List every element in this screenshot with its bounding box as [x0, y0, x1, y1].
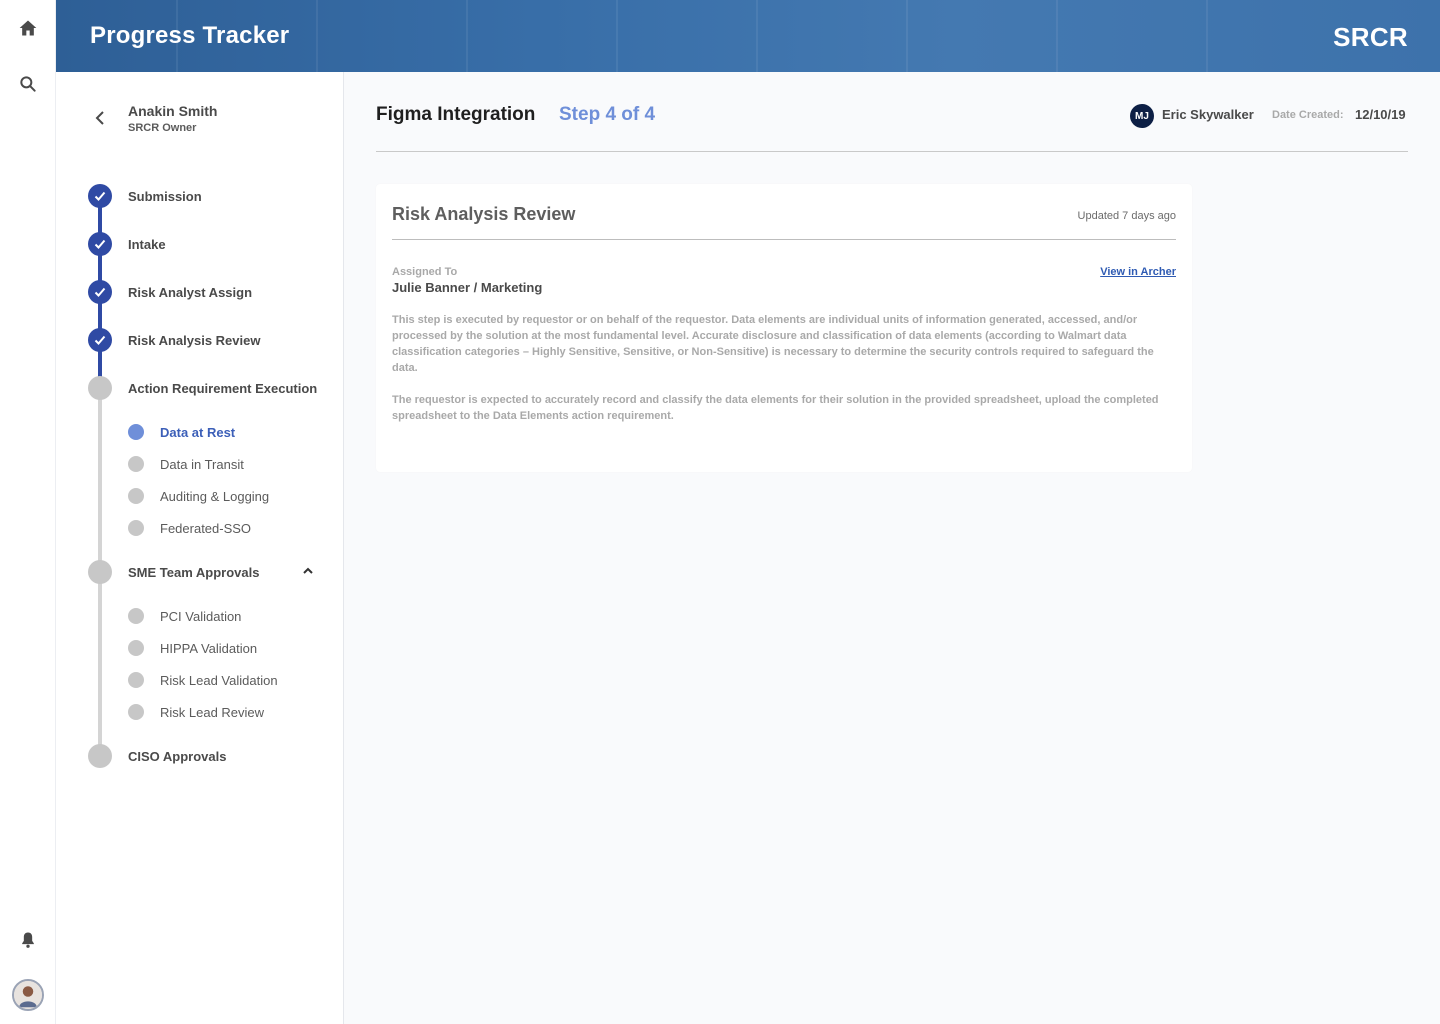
- step-sme-team-approvals[interactable]: SME Team Approvals: [88, 560, 259, 584]
- substep-risk-lead-review[interactable]: Risk Lead Review: [128, 703, 264, 721]
- description-paragraph: This step is executed by requestor or on…: [392, 314, 1154, 374]
- step-risk-analysis-review[interactable]: Risk Analysis Review: [88, 328, 260, 352]
- pending-dot: [128, 608, 144, 624]
- card-title: Risk Analysis Review: [392, 204, 576, 224]
- left-rail: [0, 0, 56, 1024]
- view-in-archer-link[interactable]: View in Archer: [1100, 266, 1176, 278]
- check-icon: [88, 280, 112, 304]
- substep-label: Federated-SSO: [160, 520, 252, 536]
- substep-risk-lead-validation[interactable]: Risk Lead Validation: [128, 671, 278, 689]
- substep-hippa-validation[interactable]: HIPPA Validation: [128, 639, 257, 657]
- back-arrow-icon[interactable]: [90, 108, 110, 128]
- check-icon: [88, 328, 112, 352]
- step-label: SME Team Approvals: [128, 564, 260, 580]
- substep-data-at-rest[interactable]: Data at Rest: [128, 423, 235, 441]
- step-label: Risk Analysis Review: [128, 332, 261, 348]
- active-dot: [128, 424, 144, 440]
- step-ciso-approvals[interactable]: CISO Approvals: [88, 744, 226, 768]
- owner-role: SRCR Owner: [128, 122, 197, 134]
- substep-pci-validation[interactable]: PCI Validation: [128, 607, 241, 625]
- step-label: Risk Analyst Assign: [128, 284, 253, 300]
- step-intake[interactable]: Intake: [88, 232, 166, 256]
- step-risk-analyst-assign[interactable]: Risk Analyst Assign: [88, 280, 252, 304]
- substep-label: Data in Transit: [160, 456, 244, 472]
- user-name: Eric Skywalker: [1162, 107, 1254, 122]
- assigned-to-value: Julie Banner / Marketing: [392, 280, 543, 295]
- pending-dot: [128, 704, 144, 720]
- step-label: CISO Approvals: [128, 748, 227, 764]
- home-icon[interactable]: [14, 14, 42, 42]
- substep-federated-sso[interactable]: Federated-SSO: [128, 519, 251, 537]
- date-created-value: 12/10/19: [1355, 107, 1406, 122]
- date-created-label: Date Created:: [1272, 109, 1344, 121]
- step-label: Action Requirement Execution: [128, 380, 318, 396]
- substep-data-in-transit[interactable]: Data in Transit: [128, 455, 244, 473]
- substep-label: HIPPA Validation: [160, 640, 258, 656]
- pending-dot: [128, 640, 144, 656]
- substep-auditing-logging[interactable]: Auditing & Logging: [128, 487, 269, 505]
- page-title: Figma Integration: [376, 104, 536, 125]
- step-action-requirement-execution[interactable]: Action Requirement Execution: [88, 376, 317, 400]
- pending-dot: [88, 376, 112, 400]
- header-banner: Progress Tracker SRCR: [56, 0, 1440, 72]
- divider: [392, 239, 1176, 240]
- owner-name: Anakin Smith: [128, 103, 218, 119]
- substep-label: Risk Lead Review: [160, 704, 265, 720]
- substep-label: Auditing & Logging: [160, 488, 270, 504]
- avatar[interactable]: [12, 979, 44, 1011]
- check-icon: [88, 232, 112, 256]
- check-icon: [88, 184, 112, 208]
- step-label: Submission: [128, 188, 202, 204]
- divider: [376, 151, 1408, 152]
- pending-dot: [128, 672, 144, 688]
- substep-label: Risk Lead Validation: [160, 672, 278, 688]
- review-card: Risk Analysis Review Updated 7 days ago …: [376, 184, 1192, 472]
- updated-timestamp: Updated 7 days ago: [1077, 210, 1176, 222]
- pending-dot: [128, 488, 144, 504]
- step-submission[interactable]: Submission: [88, 184, 202, 208]
- progress-sidebar: Anakin Smith SRCR Owner Submission Intak…: [56, 72, 344, 1024]
- step-indicator: Step 4 of 4: [559, 104, 656, 125]
- pending-dot: [128, 520, 144, 536]
- pending-dot: [88, 560, 112, 584]
- brand-logo: SRCR: [1333, 22, 1408, 52]
- app-title: Progress Tracker: [90, 22, 290, 49]
- instructions-paragraph: The requestor is expected to accurately …: [392, 394, 1159, 422]
- step-label: Intake: [128, 236, 166, 252]
- bell-icon[interactable]: [14, 926, 42, 954]
- user-avatar[interactable]: MJ: [1130, 104, 1154, 128]
- search-icon[interactable]: [14, 70, 42, 98]
- chevron-up-icon[interactable]: [300, 563, 316, 579]
- substep-label: PCI Validation: [160, 608, 242, 624]
- substep-label: Data at Rest: [160, 424, 236, 440]
- pending-dot: [88, 744, 112, 768]
- pending-dot: [128, 456, 144, 472]
- assigned-to-label: Assigned To: [392, 266, 458, 278]
